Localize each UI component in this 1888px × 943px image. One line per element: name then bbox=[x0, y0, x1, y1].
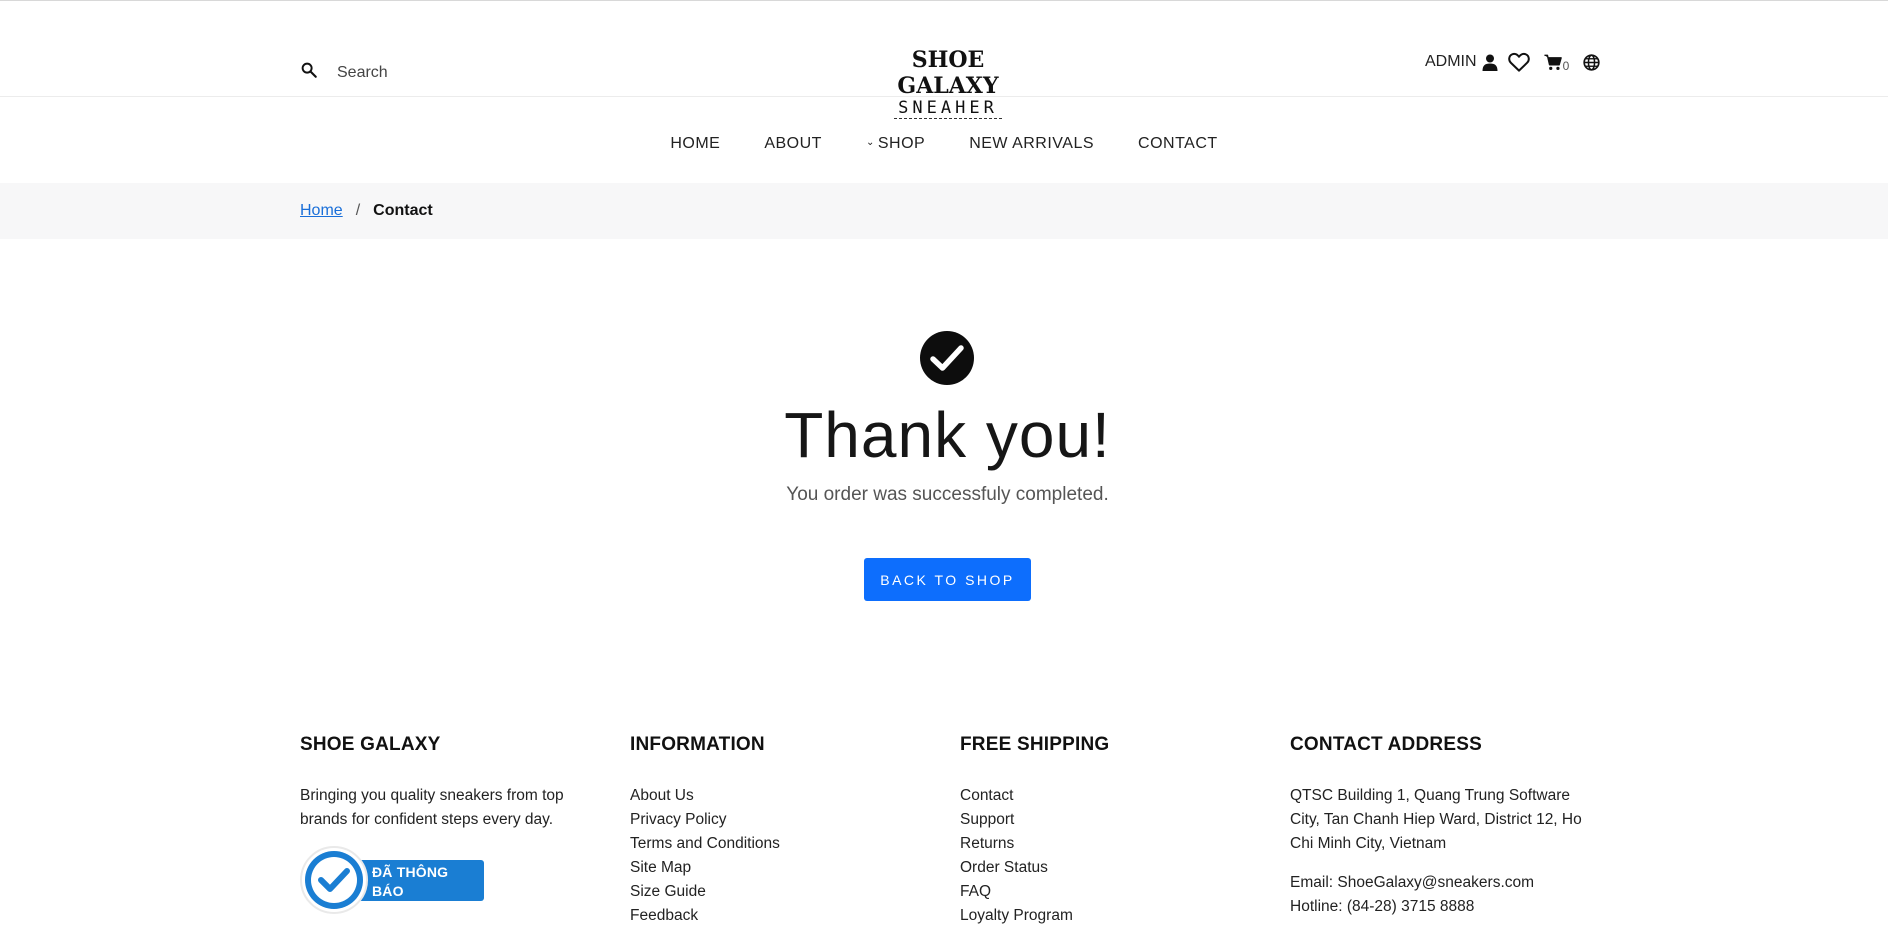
main-nav: HOME ABOUT ⌄ SHOP NEW ARRIVALS CONTACT bbox=[0, 135, 1888, 153]
search-icon[interactable] bbox=[300, 61, 318, 84]
cart-icon bbox=[1544, 54, 1562, 71]
search-box[interactable] bbox=[300, 61, 577, 84]
nav-label: CONTACT bbox=[1138, 135, 1218, 152]
footer-address: QTSC Building 1, Quang Trung Software Ci… bbox=[1290, 787, 1582, 852]
breadcrumb-current: Contact bbox=[373, 202, 433, 219]
footer-heading: SHOE GALAXY bbox=[300, 734, 441, 755]
footer-heading: FREE SHIPPING bbox=[960, 734, 1110, 755]
user-icon bbox=[1482, 54, 1498, 71]
nav-item-new-arrivals[interactable]: NEW ARRIVALS bbox=[969, 135, 1094, 153]
globe-icon[interactable] bbox=[1583, 53, 1600, 71]
check-circle-icon bbox=[920, 331, 974, 385]
breadcrumb-home-link[interactable]: Home bbox=[300, 202, 343, 220]
registration-badge[interactable]: ĐÃ THÔNG BÁO BỘ CÔNG THƯƠNG bbox=[300, 846, 484, 914]
thank-you-title: Thank you! bbox=[784, 399, 1111, 471]
footer-hotline: Hotline: (84-28) 3715 8888 bbox=[1290, 898, 1475, 915]
footer-link-loyalty-program[interactable]: Loyalty Program bbox=[960, 904, 1260, 928]
footer-contact: CONTACT ADDRESS QTSC Building 1, Quang T… bbox=[1290, 734, 1600, 919]
footer-link-feedback[interactable]: Feedback bbox=[630, 904, 930, 928]
footer-link-support[interactable]: Support bbox=[960, 808, 1260, 832]
order-success-message: You order was successfuly completed. bbox=[786, 484, 1109, 505]
user-label: ADMIN bbox=[1425, 53, 1477, 70]
cart-count: 0 bbox=[1562, 59, 1570, 73]
footer-link-faq[interactable]: FAQ bbox=[960, 880, 1260, 904]
nav-item-about[interactable]: ABOUT bbox=[764, 135, 822, 153]
nav-label: SHOP bbox=[877, 135, 926, 152]
footer-link-order-status[interactable]: Order Status bbox=[960, 856, 1260, 880]
header-actions: ADMIN 0 bbox=[1425, 51, 1600, 73]
nav-item-shop[interactable]: ⌄ SHOP bbox=[866, 135, 925, 153]
nav-item-home[interactable]: HOME bbox=[670, 135, 720, 153]
nav-label: NEW ARRIVALS bbox=[969, 135, 1095, 152]
footer-link-site-map[interactable]: Site Map bbox=[630, 856, 930, 880]
cart-button[interactable]: 0 bbox=[1544, 51, 1570, 73]
footer-email: Email: ShoeGalaxy@sneakers.com bbox=[1290, 874, 1535, 891]
breadcrumb: Home / Contact bbox=[0, 183, 1888, 239]
footer-brand: SHOE GALAXY Bringing you quality sneaker… bbox=[300, 734, 600, 832]
nav-label: HOME bbox=[670, 135, 721, 152]
nav-label: ABOUT bbox=[764, 135, 822, 152]
badge-check-icon bbox=[318, 868, 350, 892]
footer-heading: INFORMATION bbox=[630, 734, 765, 755]
footer-link-about-us[interactable]: About Us bbox=[630, 784, 930, 808]
footer-link-terms[interactable]: Terms and Conditions bbox=[630, 832, 930, 856]
footer-brand-text: Bringing you quality sneakers from top b… bbox=[300, 787, 564, 828]
chevron-down-icon: ⌄ bbox=[865, 137, 875, 148]
footer-information: INFORMATION About Us Privacy Policy Term… bbox=[630, 734, 930, 928]
footer-heading: CONTACT ADDRESS bbox=[1290, 734, 1482, 755]
badge-seal bbox=[300, 846, 368, 914]
nav-item-contact[interactable]: CONTACT bbox=[1138, 135, 1218, 153]
badge-line1: ĐÃ THÔNG BÁO bbox=[372, 864, 449, 899]
account-link[interactable]: ADMIN bbox=[1425, 53, 1498, 71]
breadcrumb-trail: Home / Contact bbox=[300, 202, 433, 220]
search-input[interactable] bbox=[337, 63, 577, 82]
footer-link-size-guide[interactable]: Size Guide bbox=[630, 880, 930, 904]
footer-link-returns[interactable]: Returns bbox=[960, 832, 1260, 856]
back-to-shop-button[interactable]: BACK TO SHOP bbox=[864, 558, 1031, 601]
breadcrumb-separator: / bbox=[355, 202, 361, 219]
footer-shipping: FREE SHIPPING Contact Support Returns Or… bbox=[960, 734, 1260, 928]
badge-line2: BỘ CÔNG THƯƠNG bbox=[372, 902, 484, 914]
badge-label: ĐÃ THÔNG BÁO BỘ CÔNG THƯƠNG bbox=[350, 860, 484, 914]
footer-link-privacy-policy[interactable]: Privacy Policy bbox=[630, 808, 930, 832]
site-logo[interactable]: SHOE GALAXY SNEAHER bbox=[866, 47, 1030, 119]
footer-link-contact[interactable]: Contact bbox=[960, 784, 1260, 808]
site-header: SHOE GALAXY SNEAHER ADMIN 0 bbox=[0, 1, 1888, 119]
logo-title: SHOE GALAXY bbox=[897, 47, 999, 99]
logo-subtitle: SNEAHER bbox=[894, 99, 1002, 119]
heart-icon[interactable] bbox=[1507, 52, 1530, 72]
